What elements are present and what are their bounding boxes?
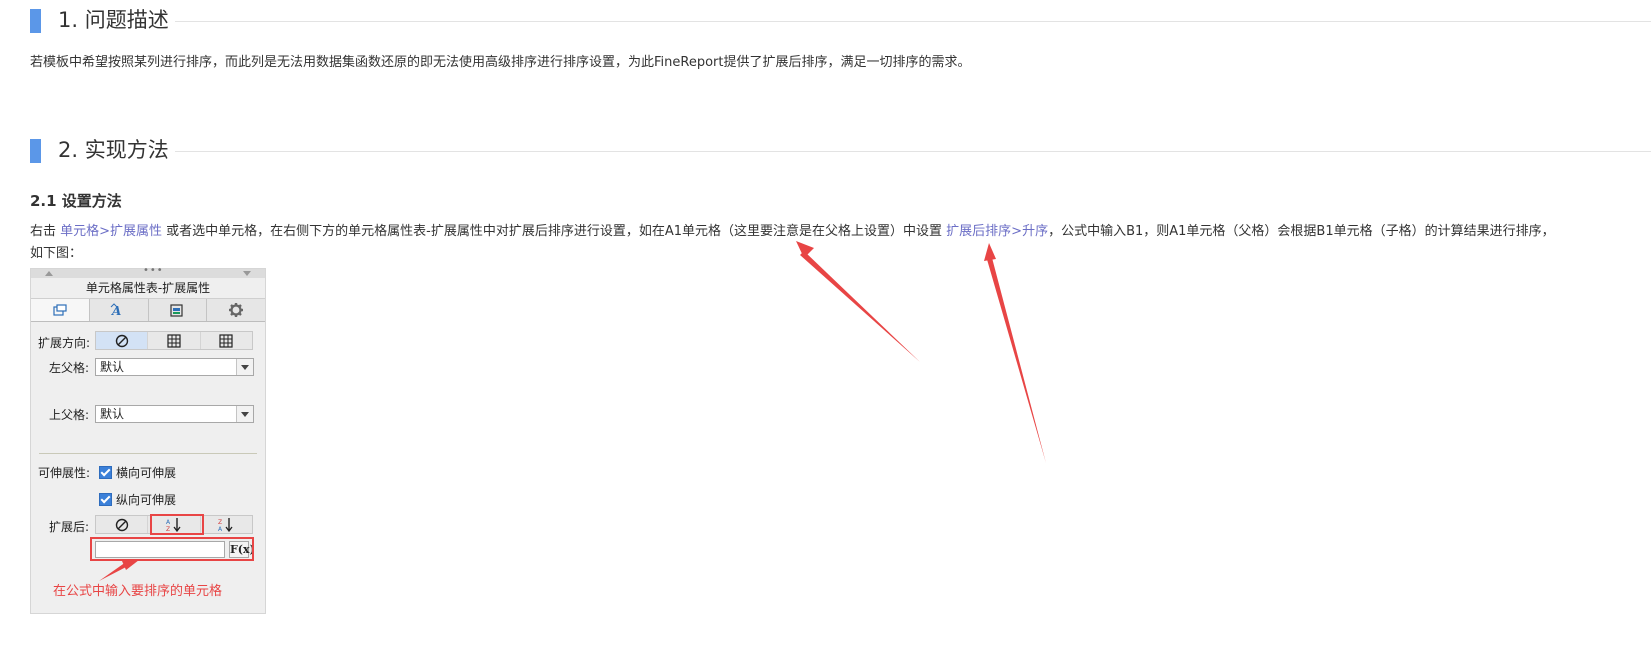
gear-icon [229, 303, 244, 317]
expand-direction-selector [95, 331, 253, 350]
expand-none-option[interactable] [96, 332, 149, 349]
font-style-icon: A [110, 303, 121, 317]
subsection-heading: 2.1 设置方法 [30, 192, 122, 210]
expand-horizontal-option[interactable] [201, 332, 252, 349]
tab-widget[interactable] [148, 299, 208, 321]
collapse-down-icon[interactable] [243, 271, 251, 276]
section-heading: 1. 问题描述 [58, 8, 169, 32]
horizontal-stretch-label: 横向可伸展 [116, 466, 177, 480]
left-parent-label: 左父格: [49, 361, 90, 375]
link-cell-expand-attr[interactable]: 单元格>扩展属性 [60, 224, 162, 239]
chevron-down-icon[interactable] [236, 359, 253, 375]
left-parent-value: 默认 [100, 360, 125, 374]
section-marker [30, 139, 41, 163]
widget-icon [170, 303, 183, 317]
highlight-sort-ascending [150, 514, 204, 535]
method-description: 右击 单元格>扩展属性 或者选中单元格，在右侧下方的单元格属性表-扩展属性中对扩… [30, 221, 1560, 265]
section-title-method: 2. 实现方法 [30, 138, 1651, 164]
stretch-label: 可伸展性: [38, 466, 91, 480]
tab-style[interactable]: A [89, 299, 149, 321]
top-parent-select[interactable]: 默认 [95, 405, 254, 423]
sort-descending-option[interactable]: ZA [201, 516, 252, 533]
expand-direction-label: 扩展方向: [38, 336, 91, 350]
section-title-problem: 1. 问题描述 [30, 8, 1651, 34]
section-rule [175, 151, 1651, 152]
svg-text:A: A [218, 526, 223, 532]
tab-cell[interactable] [31, 299, 90, 321]
section-marker [30, 9, 41, 33]
horizontal-stretch-checkbox[interactable]: 横向可伸展 [99, 464, 176, 481]
section-rule [175, 21, 1651, 22]
horizontal-expand-icon [219, 333, 233, 348]
panel-divider [39, 453, 257, 454]
annotation-caption: 在公式中输入要排序的单元格 [53, 584, 223, 599]
panel-title: 单元格属性表-扩展属性 [31, 278, 265, 299]
cell-icon [53, 304, 67, 316]
collapse-up-icon[interactable] [45, 271, 53, 276]
panel-tabs: A [31, 299, 265, 322]
method-text: 或者选中单元格，在右侧下方的单元格属性表-扩展属性中对扩展后排序进行设置，如在A… [162, 224, 947, 239]
chevron-down-icon[interactable] [236, 406, 253, 422]
top-parent-label: 上父格: [49, 408, 90, 422]
drag-handle-icon[interactable]: ••• [143, 265, 164, 276]
checkbox-checked-icon [99, 493, 112, 506]
panel-grip[interactable]: ••• [31, 265, 265, 278]
vertical-stretch-label: 纵向可伸展 [116, 493, 177, 507]
vertical-stretch-checkbox[interactable]: 纵向可伸展 [99, 491, 176, 508]
link-sort-ascending[interactable]: 扩展后排序>升序 [946, 224, 1048, 239]
after-expand-label: 扩展后: [49, 520, 90, 534]
expand-vertical-option[interactable] [148, 332, 201, 349]
no-sort-icon [115, 518, 128, 531]
top-parent-value: 默认 [100, 407, 125, 421]
svg-text:Z: Z [218, 519, 222, 526]
no-sort-option[interactable] [96, 516, 149, 533]
section-heading: 2. 实现方法 [58, 138, 169, 162]
method-text: 右击 [30, 224, 61, 239]
no-expand-icon [115, 334, 128, 347]
highlight-formula-row [90, 537, 254, 561]
checkbox-checked-icon [99, 466, 112, 479]
left-parent-select[interactable]: 默认 [95, 358, 254, 376]
vertical-expand-icon [167, 333, 181, 348]
arrow-to-sort-ascending-link [984, 243, 1046, 463]
problem-description: 若模板中希望按照某列进行排序，而此列是无法用数据集函数还原的即无法使用高级排序进… [30, 55, 971, 70]
cell-attribute-panel: ••• 单元格属性表-扩展属性 A 扩展方向: 左父格: 默认 上父格: 默认 … [30, 265, 266, 614]
tab-settings[interactable] [207, 299, 265, 321]
sort-descending-icon: ZA [218, 518, 233, 532]
